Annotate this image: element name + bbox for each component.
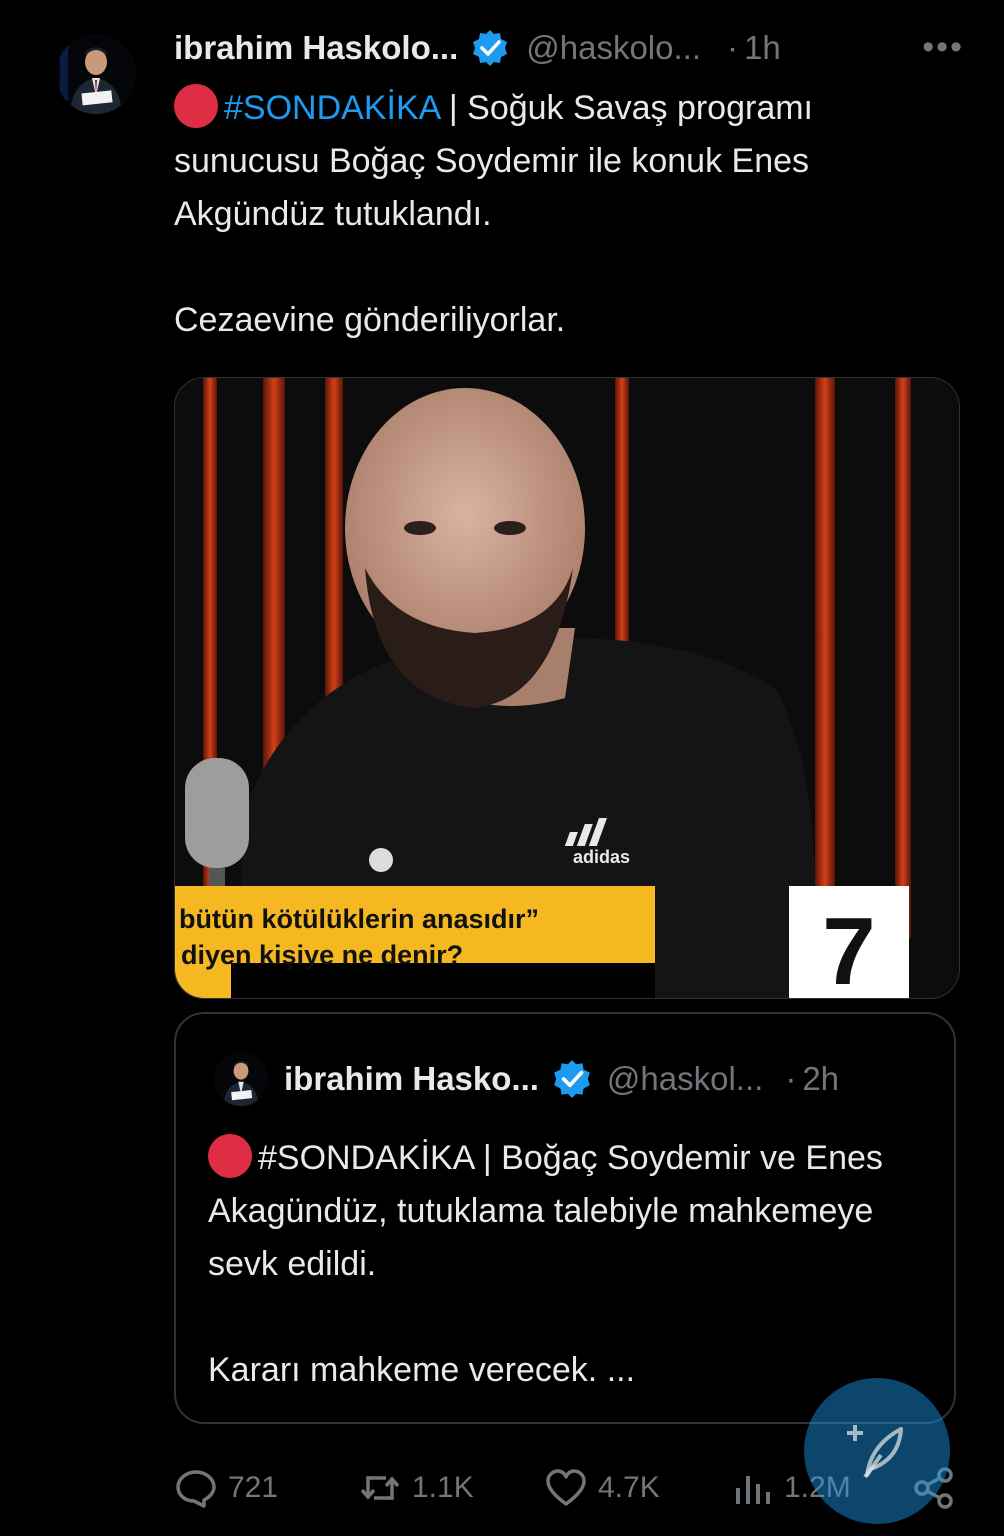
like-icon bbox=[546, 1469, 586, 1506]
quoted-hashtag: #SONDAKİKA bbox=[258, 1139, 474, 1177]
author-handle[interactable]: @haskolo... bbox=[526, 29, 701, 67]
more-options-icon[interactable]: ••• bbox=[922, 30, 964, 64]
separator-dot: · bbox=[727, 29, 738, 66]
verified-badge-icon bbox=[551, 1058, 593, 1100]
repost-count: 1.1K bbox=[412, 1471, 474, 1504]
quoted-text-line2: Kararı mahkeme verecek. ... bbox=[208, 1351, 636, 1389]
views-icon bbox=[736, 1476, 770, 1504]
quoted-tweet-time: 2h bbox=[802, 1060, 840, 1097]
shirt-brand: adidas bbox=[573, 847, 630, 867]
tweet-text-line2: Cezaevine gönderiliyorlar. bbox=[174, 301, 566, 339]
media-image: adidas bütün kötülüklerin anasıdır” diye… bbox=[175, 378, 959, 998]
reply-icon bbox=[176, 1470, 216, 1508]
repost-icon bbox=[360, 1476, 400, 1500]
quoted-author-name: ibrahim Hasko... bbox=[284, 1060, 539, 1097]
author-name[interactable]: ibrahim Haskolo... bbox=[174, 29, 458, 67]
quoted-tweet-header: ibrahim Hasko... @haskol... · 2h bbox=[214, 1052, 924, 1106]
tweet-media[interactable]: adidas bütün kötülüklerin anasıdır” diye… bbox=[174, 377, 960, 999]
quoted-author-avatar bbox=[214, 1052, 268, 1106]
red-circle-emoji bbox=[208, 1134, 252, 1178]
quoted-author-handle: @haskol... bbox=[606, 1060, 764, 1097]
like-count: 4.7K bbox=[598, 1471, 660, 1504]
verified-badge-icon bbox=[470, 28, 510, 68]
hashtag-link[interactable]: #SONDAKİKA bbox=[224, 89, 439, 127]
author-avatar[interactable] bbox=[56, 34, 136, 114]
tweet-header: ibrahim Haskolo... @haskolo... · 1h ••• bbox=[174, 26, 964, 70]
compose-icon bbox=[847, 1425, 903, 1479]
separator-dot: · bbox=[785, 1060, 797, 1097]
media-caption-line1: bütün kötülüklerin anasıdır” bbox=[179, 904, 539, 934]
reply-count: 721 bbox=[228, 1471, 279, 1504]
red-circle-emoji bbox=[174, 84, 218, 128]
tweet-text: #SONDAKİKA | Soğuk Savaş programı sunucu… bbox=[174, 82, 954, 347]
quoted-tweet[interactable]: ibrahim Hasko... @haskol... · 2h #SONDAK… bbox=[174, 1012, 956, 1424]
quoted-tweet-text: #SONDAKİKA | Boğaç Soydemir ve Enes Akag… bbox=[208, 1132, 928, 1397]
number-badge: 7 bbox=[822, 898, 875, 998]
like-button[interactable]: 4.7K bbox=[544, 1460, 660, 1516]
reply-button[interactable]: 721 bbox=[174, 1460, 278, 1516]
repost-button[interactable]: 1.1K bbox=[358, 1460, 474, 1516]
compose-button[interactable] bbox=[804, 1378, 950, 1524]
tweet-time[interactable]: 1h bbox=[744, 29, 781, 67]
media-caption-line2: diyen kişiye ne denir? bbox=[181, 940, 463, 970]
